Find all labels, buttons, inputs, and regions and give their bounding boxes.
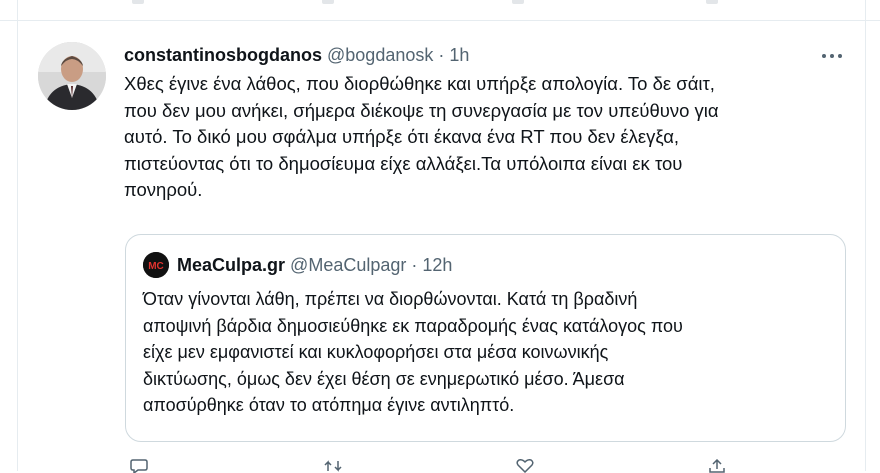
svg-text:MC: MC	[148, 261, 164, 272]
more-icon[interactable]	[818, 46, 846, 66]
share-icon[interactable]	[706, 0, 718, 4]
tweet-timestamp[interactable]: 1h	[449, 45, 469, 65]
quoted-avatar: MC	[143, 252, 169, 278]
previous-tweet-action-bar	[0, 0, 880, 21]
avatar[interactable]	[38, 42, 106, 110]
tweet-text-line: πιστεύοντας ότι το δημοσίευμα είχε αλλάξ…	[124, 152, 683, 174]
separator-dot: ·	[438, 45, 445, 65]
author-handle[interactable]: @bogdanosk	[327, 45, 433, 65]
tweet-header: constantinosbogdanos @bogdanosk · 1h	[124, 42, 469, 68]
quoted-text-line: αποψινή βάρδια δημοσιεύθηκε εκ παραδρομή…	[143, 315, 683, 336]
quoted-tweet-text: Όταν γίνονται λάθη, πρέπει να διορθώνοντ…	[143, 286, 833, 419]
quoted-text-line: δικτύωσης, όμως δεν έχει θέση σε ενημερω…	[143, 368, 625, 389]
quoted-tweet-header: MC MeaCulpa.gr @MeaCulpagr · 12h	[143, 252, 452, 278]
author-name[interactable]: constantinosbogdanos	[124, 45, 322, 65]
tweet-text-line: αυτό. Το δικό μου σφάλμα υπήρξε ότι έκαν…	[124, 126, 680, 148]
retweet-icon[interactable]	[322, 0, 334, 4]
meaculpa-logo-icon: MC	[143, 252, 169, 278]
separator-dot: ·	[411, 255, 418, 275]
tweet-text-line: Χθες έγινε ένα λάθος, που διορθώθηκε και…	[124, 73, 715, 94]
quoted-text-line: είχε μεν εμφανιστεί και κυκλοφορήσει στα…	[143, 342, 609, 363]
quoted-author-name[interactable]: MeaCulpa.gr	[177, 252, 285, 278]
quoted-author-handle[interactable]: @MeaCulpagr	[290, 252, 406, 278]
tweet-text: Χθες έγινε ένα λάθος, που διορθώθηκε και…	[124, 71, 854, 204]
quoted-tweet-card[interactable]: MC MeaCulpa.gr @MeaCulpagr · 12h Όταν γί…	[125, 234, 846, 442]
like-icon[interactable]	[512, 0, 524, 4]
quoted-timestamp[interactable]: 12h	[422, 252, 452, 278]
avatar-photo	[38, 42, 106, 110]
tweet-text-line: που δεν μου ανήκει, σήμερα διέκοψε τη συ…	[124, 99, 719, 121]
timeline-border-right	[865, 0, 866, 471]
tweet-text-line: πονηρού.	[124, 179, 203, 201]
quoted-text-line: αποσύρθηκε όταν το ατόπημα έγινε αντιληπ…	[143, 395, 515, 416]
timeline-border-left	[17, 0, 18, 471]
reply-icon[interactable]	[132, 0, 144, 4]
quoted-text-line: Όταν γίνονται λάθη, πρέπει να διορθώνοντ…	[143, 289, 638, 309]
